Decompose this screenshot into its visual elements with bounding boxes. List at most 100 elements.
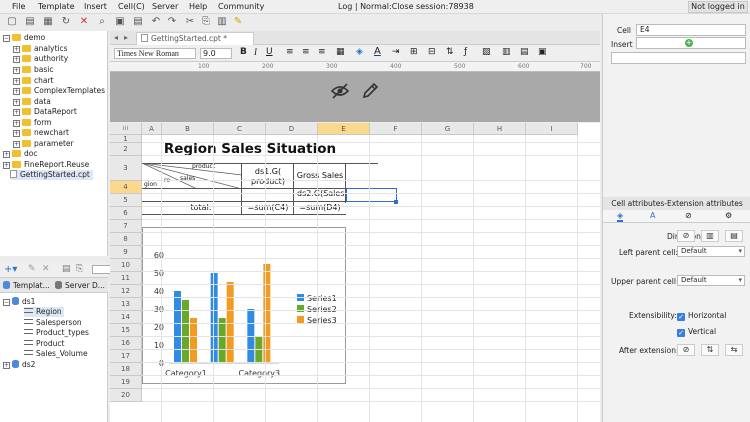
tab-getting-started[interactable]: GettingStarted.cpt * xyxy=(136,32,254,45)
row-header-4[interactable]: 4 xyxy=(110,181,142,194)
dataset-ds2[interactable]: + ds2 xyxy=(3,360,35,370)
undo-icon[interactable]: ↶ xyxy=(150,16,162,28)
row-header-5[interactable]: 5 xyxy=(110,194,142,207)
row-header-19[interactable]: 19 xyxy=(110,376,142,389)
dataset-ds1[interactable]: − ds1 xyxy=(3,297,35,307)
column-header-C[interactable]: C xyxy=(214,123,266,135)
row-header-18[interactable]: 18 xyxy=(110,363,142,376)
login-status[interactable]: Not logged in xyxy=(688,1,748,13)
column-header-F[interactable]: F xyxy=(370,123,422,135)
save-icon[interactable]: ▣ xyxy=(114,16,126,28)
preview-icon[interactable]: ▤ xyxy=(132,16,144,28)
tree-item[interactable]: + form xyxy=(13,118,52,128)
italic-icon[interactable]: I xyxy=(254,47,257,57)
format-painter-icon[interactable]: ✎ xyxy=(232,16,244,28)
left-parent-select[interactable]: Default xyxy=(677,246,745,257)
menu-cell[interactable]: Cell(C) xyxy=(118,2,145,11)
direction-vertical-button[interactable]: ▥ xyxy=(701,230,719,242)
wrap-icon[interactable]: ⇥ xyxy=(392,47,400,57)
column-header-E[interactable]: E xyxy=(318,123,370,135)
tab-scroll-left-icon[interactable]: ◂ xyxy=(114,33,118,42)
column-header-D[interactable]: D xyxy=(266,123,318,135)
menu-template[interactable]: Template xyxy=(38,2,75,11)
insert-button[interactable]: + xyxy=(636,37,746,49)
insert-field[interactable] xyxy=(611,52,746,64)
cell-C3[interactable]: ds1.G( product) xyxy=(243,167,293,187)
direction-horizontal-button[interactable]: ▤ xyxy=(725,230,743,242)
underline-icon[interactable]: U xyxy=(266,47,273,57)
cell-D3[interactable]: Gross Sales xyxy=(295,171,345,183)
align-left-icon[interactable]: ≡ xyxy=(286,47,294,57)
tab-settings-icon[interactable]: ⚙ xyxy=(725,211,732,220)
cell-B5[interactable]: total: xyxy=(162,203,240,215)
cell-C5[interactable]: =sum(C4) xyxy=(243,203,293,215)
copy-dataset-icon[interactable]: ⎘ xyxy=(76,264,83,274)
upper-parent-select[interactable]: Default xyxy=(677,275,745,286)
preview-dataset-icon[interactable]: ▤ xyxy=(62,264,71,274)
edit-icon[interactable]: ✎ xyxy=(28,264,36,274)
row-header-16[interactable]: 16 xyxy=(110,337,142,350)
row-header-13[interactable]: 13 xyxy=(110,298,142,311)
remove-icon[interactable]: ✕ xyxy=(42,264,50,274)
new-folder-icon[interactable]: ▦ xyxy=(42,16,54,28)
tab-template-dataset[interactable]: Templat... xyxy=(3,281,50,290)
unmerge-icon[interactable]: ⊟ xyxy=(428,47,436,57)
chart-icon[interactable]: ▥ xyxy=(502,47,511,57)
field-item[interactable]: Region xyxy=(24,307,64,317)
tree-item-demo[interactable]: − demo xyxy=(3,33,45,43)
column-header-I[interactable]: I xyxy=(526,123,578,135)
tab-server-dataset[interactable]: Server D... xyxy=(55,281,105,290)
tree-item[interactable]: + basic xyxy=(13,65,53,75)
row-header-10[interactable]: 10 xyxy=(110,259,142,272)
after-none-button[interactable]: ⊘ xyxy=(677,344,695,356)
add-dataset-icon[interactable]: +▾ xyxy=(4,264,17,275)
tree-item[interactable]: + ComplexTemplates xyxy=(13,86,105,96)
spreadsheet-grid[interactable]: ⁞⁞⁞ Region Sales Situation product sales… xyxy=(110,123,600,422)
menu-server[interactable]: Server xyxy=(152,2,178,11)
field-item[interactable]: Product xyxy=(24,339,64,349)
tree-item[interactable]: + analytics xyxy=(13,44,68,54)
row-header-1[interactable]: 1 xyxy=(110,135,142,143)
after-vertical-button[interactable]: ⇅ xyxy=(701,344,719,356)
tree-item[interactable]: + authority xyxy=(13,54,68,64)
field-item[interactable]: Salesperson xyxy=(24,318,82,328)
copy-icon[interactable]: ⎘ xyxy=(200,16,212,28)
row-header-9[interactable]: 9 xyxy=(110,246,142,259)
column-header-H[interactable]: H xyxy=(474,123,526,135)
fill-handle[interactable] xyxy=(394,200,398,204)
tree-item-reuse[interactable]: + FineReport.Reuse xyxy=(3,160,89,170)
selected-cell-E4[interactable] xyxy=(346,188,397,202)
tree-item[interactable]: + chart xyxy=(13,76,54,86)
vertical-checkbox[interactable]: ✓ Vertical xyxy=(677,327,716,337)
field-item[interactable]: Sales_Volume xyxy=(24,349,88,359)
after-horizontal-button[interactable]: ⇆ xyxy=(725,344,743,356)
menu-help[interactable]: Help xyxy=(189,2,207,11)
font-color-icon[interactable]: A xyxy=(374,46,381,57)
cell-name-input[interactable]: E4 xyxy=(636,24,746,36)
tree-item[interactable]: + data xyxy=(13,97,51,107)
image-icon[interactable]: ▨ xyxy=(482,47,491,57)
cell-D5[interactable]: =sum(D4) xyxy=(295,203,345,215)
subreport-icon[interactable]: ▤ xyxy=(520,47,529,57)
menu-insert[interactable]: Insert xyxy=(84,2,107,11)
merge-icon[interactable]: ⊞ xyxy=(410,47,418,57)
row-header-3[interactable]: 3 xyxy=(110,156,142,181)
chart-container[interactable]: 0102030405060Category1Category3Series1Se… xyxy=(142,227,346,384)
tab-condition-icon[interactable]: ⊘ xyxy=(685,211,692,220)
row-header-17[interactable]: 17 xyxy=(110,350,142,363)
tab-extension-icon[interactable]: ◈ xyxy=(617,211,624,222)
row-header-2[interactable]: 2 xyxy=(110,143,142,156)
row-header-15[interactable]: 15 xyxy=(110,324,142,337)
open-folder-icon[interactable]: ▤ xyxy=(24,16,36,28)
horizontal-checkbox[interactable]: ✓ Horizontal xyxy=(677,311,726,321)
tree-item-doc[interactable]: + doc xyxy=(3,149,37,159)
new-file-icon[interactable]: ▢ xyxy=(6,16,18,28)
redo-icon[interactable]: ↷ xyxy=(166,16,178,28)
corner-cell[interactable]: ⁞⁞⁞ xyxy=(110,123,142,135)
menu-file[interactable]: File xyxy=(12,2,25,11)
row-header-7[interactable]: 7 xyxy=(110,220,142,233)
tree-item[interactable]: + DataReport xyxy=(13,107,77,117)
font-size-select[interactable]: 9.0 xyxy=(200,48,232,59)
tab-style-icon[interactable]: A xyxy=(650,211,655,220)
bold-icon[interactable]: B xyxy=(240,47,247,57)
